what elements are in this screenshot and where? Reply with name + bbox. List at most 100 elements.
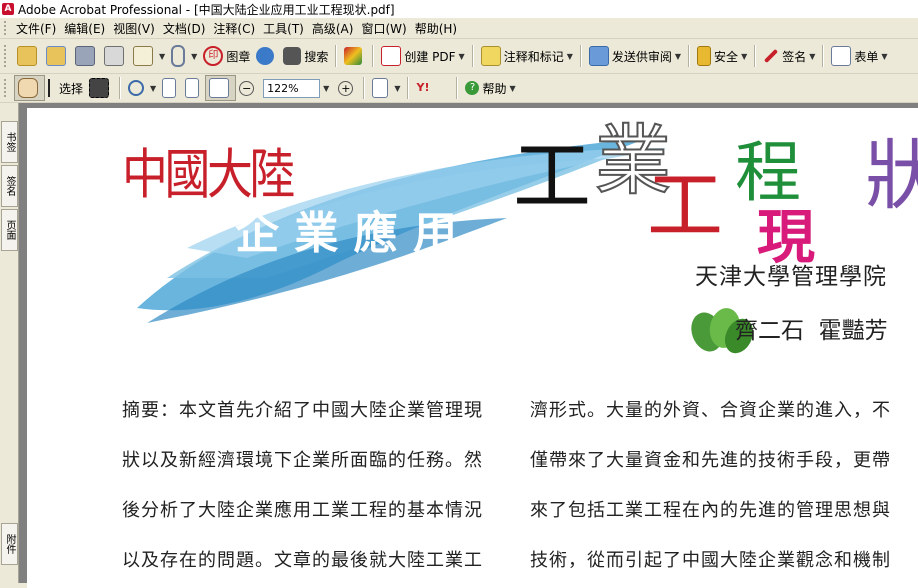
organizer-button[interactable] bbox=[43, 44, 72, 68]
tab-bookmarks[interactable]: 书签 bbox=[1, 121, 18, 163]
body-col2-line: 來了包括工業工程在內的先進的管理思想與 bbox=[530, 500, 891, 521]
menu-document[interactable]: 文档(D) bbox=[163, 20, 214, 37]
minus-circle-icon: − bbox=[239, 80, 255, 96]
toolbar-separator bbox=[372, 45, 375, 67]
properties-button[interactable] bbox=[341, 44, 368, 68]
search-label: 搜索 bbox=[304, 49, 329, 64]
forms-button[interactable]: 表单 ▼ bbox=[828, 44, 890, 68]
toolbar-separator bbox=[754, 45, 757, 67]
zoom-in-button[interactable]: + bbox=[335, 76, 359, 100]
zoom-dropdown-chevron-icon[interactable]: ▼ bbox=[323, 84, 329, 93]
color-triangle-icon bbox=[344, 47, 363, 65]
abstract-col1-line: 後分析了大陸企業應用工業工程的基本情況 bbox=[122, 500, 483, 521]
title-gong-1: 工 bbox=[513, 132, 592, 222]
zoom-out-button[interactable]: − bbox=[236, 76, 260, 100]
title-mainland: 中國大陸 bbox=[122, 143, 295, 206]
chevron-down-icon: ▼ bbox=[150, 83, 157, 93]
send-review-icon bbox=[588, 46, 609, 66]
snapshot-button[interactable] bbox=[86, 76, 115, 100]
menu-tools[interactable]: 工具(T) bbox=[263, 20, 312, 37]
document-viewport[interactable]: 中國大陸 企 業 應 用 工 業 工 程 現 狀 天津大學管理學院 齊二石 霍豔… bbox=[19, 103, 918, 588]
comment-markup-button[interactable]: 注释和标记 ▼ bbox=[478, 44, 576, 68]
navigation-toolbar: 选择 ▼ − 122% ▼ + ▼ Y! ? 帮助 ▼ bbox=[0, 74, 918, 103]
author-affiliation: 天津大學管理學院 bbox=[695, 264, 887, 290]
title-zhuang: 狀 bbox=[865, 131, 918, 220]
menu-comments[interactable]: 注释(C) bbox=[213, 20, 263, 37]
abstract-col1-line: 以及存在的問題。文章的最後就大陸工業工 bbox=[122, 550, 483, 571]
globe-mail-icon bbox=[256, 47, 275, 65]
menu-file[interactable]: 文件(F) bbox=[16, 20, 64, 37]
sign-label: 签名 bbox=[782, 49, 807, 64]
open-button[interactable] bbox=[14, 44, 43, 68]
magnifier-icon bbox=[128, 80, 145, 96]
help-button[interactable]: ? 帮助 ▼ bbox=[462, 76, 518, 100]
menu-view[interactable]: 视图(V) bbox=[113, 20, 163, 37]
camera-icon bbox=[89, 78, 110, 98]
create-pdf-label: 创建 PDF bbox=[404, 49, 456, 64]
sign-button[interactable]: 签名 ▼ bbox=[760, 44, 818, 68]
fit-page-icon bbox=[185, 78, 200, 98]
menu-help[interactable]: 帮助(H) bbox=[415, 20, 465, 37]
toolbar-separator bbox=[119, 77, 122, 99]
floppy-disk-icon bbox=[75, 46, 95, 66]
toolbar-separator bbox=[822, 45, 825, 67]
print-button[interactable] bbox=[101, 44, 130, 68]
title-enterprise-apply: 企 業 應 用 bbox=[235, 208, 457, 259]
toolbar-separator bbox=[335, 45, 338, 67]
email-button[interactable]: ▼ bbox=[130, 44, 168, 68]
chevron-down-icon: ▼ bbox=[509, 83, 516, 93]
tab-pages[interactable]: 页面 bbox=[1, 209, 18, 251]
binoculars-icon bbox=[283, 47, 302, 65]
stamp-icon: 印 bbox=[203, 46, 224, 66]
navigation-pane: 书签 签名 页面 附件 bbox=[0, 103, 19, 583]
select-tool-button[interactable]: 选择 bbox=[45, 76, 86, 100]
plus-circle-icon: + bbox=[338, 80, 354, 96]
comment-markup-label: 注释和标记 bbox=[503, 49, 564, 64]
actual-size-button[interactable] bbox=[159, 76, 182, 100]
rotate-page-icon bbox=[372, 78, 389, 98]
hand-tool-button[interactable] bbox=[14, 75, 45, 101]
tab-attachments[interactable]: 附件 bbox=[1, 523, 18, 565]
tab-signatures[interactable]: 签名 bbox=[1, 165, 18, 207]
create-pdf-button[interactable]: 创建 PDF ▼ bbox=[378, 44, 467, 68]
fit-width-icon bbox=[209, 78, 230, 98]
fit-width-button[interactable] bbox=[205, 75, 237, 101]
text-cursor-icon bbox=[48, 79, 56, 97]
rotate-view-button[interactable]: ▼ bbox=[369, 76, 403, 100]
acrobat-app-icon: A bbox=[2, 3, 14, 15]
work-area: 书签 签名 页面 附件 中國大陸 企 業 應 用 工 業 工 程 現 狀 天津大… bbox=[0, 103, 918, 588]
toolbar-separator bbox=[363, 77, 366, 99]
yahoo-toolbar-button[interactable]: Y! bbox=[413, 76, 452, 100]
toolbar-separator bbox=[407, 77, 410, 99]
folder-open-icon bbox=[17, 46, 37, 66]
comment-markup-icon bbox=[480, 46, 501, 66]
menu-edit[interactable]: 编辑(E) bbox=[64, 20, 113, 37]
zoom-level-input[interactable]: 122% bbox=[263, 78, 321, 98]
abstract-col1-line: 狀以及新經濟環境下企業所面臨的任務。然 bbox=[122, 450, 483, 471]
pen-icon bbox=[764, 48, 779, 64]
body-col2-line: 濟形式。大量的外資、合資企業的進入，不 bbox=[530, 400, 891, 421]
actual-size-icon bbox=[162, 78, 177, 98]
form-icon bbox=[831, 46, 852, 66]
send-for-review-button[interactable]: 发送供审阅 ▼ bbox=[586, 44, 684, 68]
body-col2-line: 僅帶來了大量資金和先進的技術手段，更帶 bbox=[530, 450, 891, 471]
hand-icon bbox=[18, 78, 38, 98]
pdf-page: 中國大陸 企 業 應 用 工 業 工 程 現 狀 天津大學管理學院 齊二石 霍豔… bbox=[27, 108, 918, 588]
body-col2-line: 技術，從而引起了中國大陸企業觀念和機制 bbox=[530, 550, 891, 571]
chevron-down-icon: ▼ bbox=[809, 51, 816, 61]
search-button[interactable]: 搜索 bbox=[280, 44, 331, 68]
fit-page-button[interactable] bbox=[182, 76, 205, 100]
menu-window[interactable]: 窗口(W) bbox=[361, 20, 414, 37]
chevron-down-icon: ▼ bbox=[458, 51, 465, 61]
secure-button[interactable]: 安全 ▼ bbox=[694, 44, 750, 68]
window-title-bar: A Adobe Acrobat Professional - [中国大陆企业应用… bbox=[0, 0, 918, 18]
attach-button[interactable]: ▼ bbox=[168, 44, 200, 68]
secure-label: 安全 bbox=[714, 49, 739, 64]
menu-advanced[interactable]: 高级(A) bbox=[312, 20, 362, 37]
web-button[interactable] bbox=[253, 44, 280, 68]
save-button[interactable] bbox=[72, 44, 101, 68]
toolbar-separator bbox=[688, 45, 691, 67]
zoom-tool-button[interactable]: ▼ bbox=[125, 76, 159, 100]
stamp-button[interactable]: 印图章 bbox=[200, 44, 253, 68]
stamp-label: 图章 bbox=[226, 49, 251, 64]
